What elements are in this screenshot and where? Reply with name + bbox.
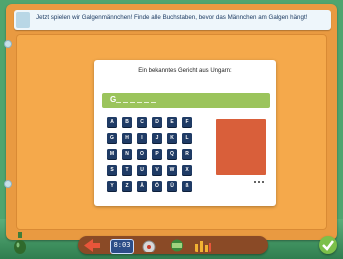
letter-key[interactable]: F xyxy=(182,117,192,127)
letter-key[interactable]: Ö xyxy=(152,181,162,191)
hangman-card: Ein bekanntes Gericht aus Ungarn: G ABCD… xyxy=(94,60,276,206)
letter-key[interactable]: D xyxy=(152,117,162,127)
letter-key[interactable]: Z xyxy=(122,181,132,191)
letter-slot xyxy=(123,102,128,103)
binder-ring-icon xyxy=(4,180,12,188)
letter-key[interactable]: V xyxy=(152,165,162,175)
letter-key[interactable]: N xyxy=(122,149,132,159)
letter-key[interactable]: E xyxy=(167,117,177,127)
letter-slot xyxy=(144,102,149,103)
word-hint: Ein bekanntes Gericht aus Ungarn: xyxy=(138,68,232,74)
instruction-text: Jetzt spielen wir Galgenmännchen! Finde … xyxy=(36,14,308,21)
instruction-banner: Jetzt spielen wir Galgenmännchen! Finde … xyxy=(14,10,331,30)
page-corner-icon xyxy=(16,12,30,28)
clock-text: 8:03 xyxy=(113,241,131,249)
letter-key[interactable]: X xyxy=(182,165,192,175)
word-display: G xyxy=(102,93,270,108)
back-arrow-icon[interactable] xyxy=(84,239,100,252)
hidden-letter-slots xyxy=(116,102,156,103)
letter-key[interactable]: R xyxy=(182,149,192,159)
checkmark-icon xyxy=(322,240,334,251)
letter-key[interactable]: C xyxy=(137,117,147,127)
potion-bottle-icon[interactable] xyxy=(14,232,26,254)
letter-key[interactable]: J xyxy=(152,133,162,143)
letter-key[interactable]: I xyxy=(137,133,147,143)
letter-key[interactable]: S xyxy=(107,165,117,175)
confirm-check-button[interactable] xyxy=(319,236,337,254)
gallows-area xyxy=(216,119,266,175)
letter-slot xyxy=(151,102,156,103)
dot-icon xyxy=(254,181,256,183)
letter-key[interactable]: O xyxy=(137,149,147,159)
letter-key[interactable]: T xyxy=(122,165,132,175)
letter-key[interactable]: Y xyxy=(107,181,117,191)
letter-key[interactable]: G xyxy=(107,133,117,143)
gauge-icon[interactable] xyxy=(141,239,157,252)
letter-key[interactable]: U xyxy=(137,165,147,175)
letter-key[interactable]: Ä xyxy=(137,181,147,191)
dot-icon xyxy=(258,181,260,183)
dot-icon xyxy=(262,181,264,183)
letter-key[interactable]: P xyxy=(152,149,162,159)
letter-slot xyxy=(137,102,142,103)
letter-key[interactable]: Q xyxy=(167,149,177,159)
letter-key[interactable]: W xyxy=(167,165,177,175)
globe-icon[interactable] xyxy=(168,239,186,252)
letter-slot xyxy=(116,102,121,103)
letter-key[interactable]: M xyxy=(107,149,117,159)
letter-key[interactable]: B xyxy=(122,117,132,127)
letter-key[interactable]: A xyxy=(107,117,117,127)
letter-key[interactable]: L xyxy=(182,133,192,143)
letter-key[interactable]: H xyxy=(122,133,132,143)
more-indicator[interactable] xyxy=(254,181,264,183)
letter-key[interactable]: K xyxy=(167,133,177,143)
letter-keyboard: ABCDEF GHIJKL MNOPQR STUVWX YZÄÖÜß xyxy=(107,117,192,191)
letter-key[interactable]: Ü xyxy=(167,181,177,191)
letter-key[interactable]: ß xyxy=(182,181,192,191)
binder-ring-icon xyxy=(4,40,12,48)
clock-button[interactable]: 8:03 xyxy=(110,239,134,254)
bar-chart-icon[interactable] xyxy=(194,239,212,252)
letter-slot xyxy=(130,102,135,103)
